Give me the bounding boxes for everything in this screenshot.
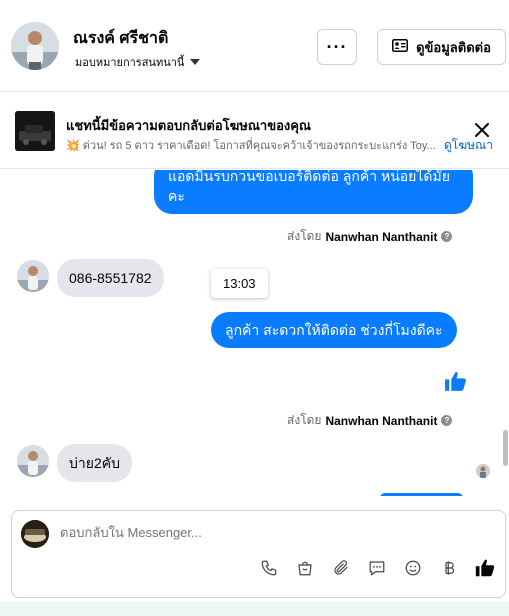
sender-name: Nanwhan Nanthanit <box>325 413 438 428</box>
sender-name: Nanwhan Nanthanit <box>325 229 438 244</box>
sent-by-label: ส่งโดย Nanwhan Nanthanit ? <box>287 227 453 246</box>
info-icon[interactable]: ? <box>441 415 453 426</box>
contact-card-icon <box>392 39 409 55</box>
message-thread[interactable]: แอดมินรบกวนขอเบอร์ติดต่อ ลูกค้า หน่อยได้… <box>0 170 509 496</box>
more-options-button[interactable]: ··· <box>317 29 357 65</box>
view-contact-info-label: ดูข้อมูลติดต่อ <box>416 39 491 55</box>
ad-preview-text: 💥 ด่วน! รถ 5 ดาว ราคาเดือด! โอกาสที่คุณจ… <box>66 140 436 152</box>
timestamp-text: 13:03 <box>223 276 256 291</box>
message-text: ลูกค้า สะดวกให้ติดต่อ ช่วงกี่โมงดีคะ <box>225 322 443 338</box>
timestamp-tooltip: 13:03 <box>211 269 268 298</box>
seen-indicator-avatar <box>476 464 490 478</box>
info-icon[interactable]: ? <box>441 231 453 242</box>
phone-icon[interactable] <box>257 556 281 580</box>
message-text: 086-8551782 <box>69 270 152 286</box>
contact-avatar-small[interactable] <box>17 260 49 292</box>
contact-avatar[interactable] <box>11 22 59 70</box>
view-contact-info-button[interactable]: ดูข้อมูลติดต่อ <box>377 29 506 65</box>
ad-thumbnail <box>15 111 55 151</box>
outgoing-message[interactable]: แอดมินรบกวนขอเบอร์ติดต่อ ลูกค้า หน่อยได้… <box>154 170 473 214</box>
contact-name[interactable]: ณรงค์ ศรีชาติ <box>73 26 168 51</box>
payment-baht-icon[interactable] <box>437 556 461 580</box>
thumbs-up-send-icon[interactable] <box>473 556 497 580</box>
shopping-bag-icon[interactable] <box>293 556 317 580</box>
sent-by-label: ส่งโดย Nanwhan Nanthanit ? <box>287 411 453 430</box>
assign-dropdown[interactable]: มอบหมายการสนทนานี้ <box>75 53 201 71</box>
outgoing-message[interactable]: ลูกค้า สะดวกให้ติดต่อ ช่วงกี่โมงดีคะ <box>211 312 457 348</box>
chevron-down-icon <box>190 59 201 65</box>
ad-banner-title: แชทนี้มีข้อความตอบกลับต่อโฆษณาของคุณ <box>66 118 311 133</box>
contact-avatar-small[interactable] <box>17 445 49 477</box>
incoming-message[interactable]: บ่าย2คับ <box>57 444 132 482</box>
incoming-message[interactable]: 086-8551782 <box>57 259 164 297</box>
message-text: แอดมินรบกวนขอเบอร์ติดต่อ ลูกค้า หน่อยได้… <box>168 170 450 204</box>
reply-input[interactable] <box>60 525 480 540</box>
emoji-icon[interactable] <box>401 556 425 580</box>
message-text: บ่าย2คับ <box>69 455 120 471</box>
conversation-header: ณรงค์ ศรีชาติ มอบหมายการสนทนานี้ ··· ดูข… <box>0 0 509 92</box>
assign-label: มอบหมายการสนทนานี้ <box>75 57 185 69</box>
thumbs-up-icon[interactable] <box>443 369 468 399</box>
ad-reply-banner: แชทนี้มีข้อความตอบกลับต่อโฆษณาของคุณ 💥 ด… <box>0 93 509 169</box>
saved-replies-icon[interactable] <box>365 556 389 580</box>
attachment-icon[interactable] <box>329 556 353 580</box>
scrollbar[interactable] <box>503 430 508 466</box>
more-icon: ··· <box>326 36 348 57</box>
bottom-strip <box>0 602 509 616</box>
sent-by-prefix: ส่งโดย <box>287 229 322 243</box>
composer-toolbar <box>257 556 497 580</box>
outgoing-message-partial[interactable] <box>380 493 463 496</box>
sent-by-prefix: ส่งโดย <box>287 413 322 427</box>
page-avatar <box>21 520 49 548</box>
close-icon[interactable] <box>472 120 492 145</box>
message-composer <box>11 510 506 598</box>
